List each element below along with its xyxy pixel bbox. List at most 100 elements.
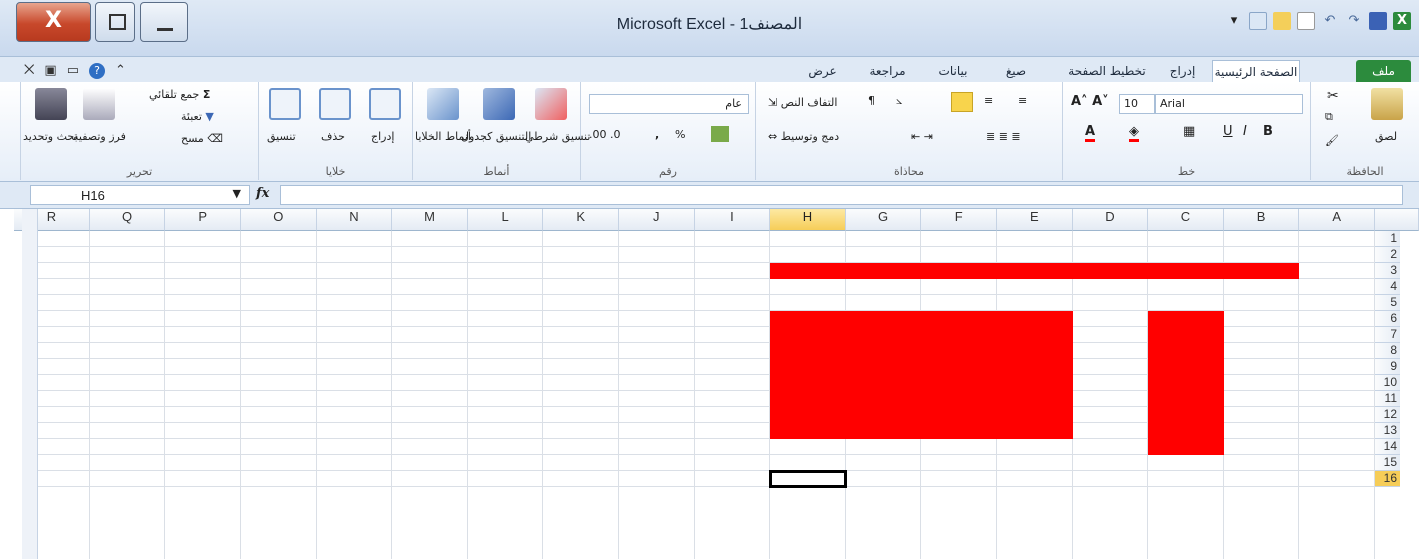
sort-filter-icon[interactable] <box>83 88 115 120</box>
grow-font-icon[interactable]: A˄ A˅ <box>1071 94 1109 109</box>
row-header[interactable]: 10 <box>1375 375 1400 391</box>
print-preview-icon[interactable] <box>1249 12 1267 30</box>
active-cell-selection[interactable] <box>769 470 847 488</box>
indent-icon[interactable]: ⇤ ⇥ <box>911 130 933 143</box>
collapse-icon[interactable]: ⨉ <box>24 63 34 79</box>
paste-icon[interactable] <box>1371 88 1403 120</box>
insert-cells-icon[interactable] <box>369 88 401 120</box>
font-name-select[interactable]: Arial <box>1155 94 1303 114</box>
column-header[interactable]: O <box>241 209 317 231</box>
name-box-dropdown-icon[interactable]: ▼ <box>233 187 241 200</box>
row-header[interactable]: 3 <box>1375 263 1400 279</box>
decimal-icon[interactable]: .00 .0 <box>589 128 621 141</box>
new-icon[interactable] <box>1297 12 1315 30</box>
column-header[interactable]: A <box>1299 209 1375 231</box>
row-header[interactable]: 16 <box>1375 471 1400 487</box>
sort-filter-button[interactable]: فرز وتصفية <box>73 130 126 143</box>
column-header[interactable]: M <box>392 209 468 231</box>
restore-window-icon[interactable]: ▣ <box>44 63 56 79</box>
row-header[interactable]: 14 <box>1375 439 1400 455</box>
row-header[interactable]: 15 <box>1375 455 1400 471</box>
column-header[interactable]: Q <box>89 209 166 231</box>
format-cells-button[interactable]: تنسيق <box>267 130 296 143</box>
tab-data[interactable]: بيانات <box>928 60 978 82</box>
column-header[interactable]: H <box>770 209 846 231</box>
underline-icon[interactable]: U <box>1223 124 1233 139</box>
worksheet-grid[interactable]: A B C D E F G H I J K L M N O P Q R 1 2 3 4 5 6 7 8 9 10 11 12 13 14 15 1… <box>0 209 1419 559</box>
conditional-format-icon[interactable] <box>535 88 567 120</box>
insert-function-button[interactable]: fx <box>256 186 269 201</box>
number-format-select[interactable]: عام <box>589 94 749 114</box>
orientation-icon[interactable]: ⦣ <box>896 94 902 108</box>
row-header[interactable]: 13 <box>1375 423 1400 439</box>
bold-icon[interactable]: B <box>1263 124 1273 139</box>
row-header[interactable]: 12 <box>1375 407 1400 423</box>
wrap-text-button[interactable]: ⇲ التفاف النص <box>768 96 837 109</box>
format-table-icon[interactable] <box>483 88 515 120</box>
borders-icon[interactable]: ▦ <box>1183 124 1195 139</box>
fill-color-icon[interactable]: ◈ <box>1129 124 1139 142</box>
insert-cells-button[interactable]: إدراج <box>371 130 394 143</box>
fill-button[interactable]: تعبئة ▼ <box>181 110 214 123</box>
format-table-button[interactable]: التنسيق كجدول <box>461 130 531 143</box>
delete-cells-icon[interactable] <box>319 88 351 120</box>
select-all-corner[interactable] <box>1375 209 1419 231</box>
filled-cell-range[interactable] <box>770 263 1300 279</box>
tab-page-layout[interactable]: تخطيط الصفحة <box>1062 60 1152 82</box>
tab-file[interactable]: ملف <box>1356 60 1411 82</box>
conditional-format-button[interactable]: تنسيق شرطي <box>525 130 590 143</box>
row-header[interactable]: 9 <box>1375 359 1400 375</box>
customize-qat-icon[interactable]: ▾ <box>1225 12 1243 30</box>
column-header[interactable]: I <box>694 209 771 231</box>
find-select-icon[interactable] <box>35 88 67 120</box>
align-middle-icon[interactable] <box>951 92 973 112</box>
undo-icon[interactable]: ↶ <box>1321 12 1339 30</box>
column-header[interactable]: J <box>619 209 695 231</box>
row-header[interactable]: 7 <box>1375 327 1400 343</box>
tab-view[interactable]: عرض <box>800 60 845 82</box>
align-text-icon[interactable]: ≣ ≣ ≣ <box>986 130 1021 143</box>
minimize-ribbon-icon[interactable]: ⌃ <box>115 63 126 79</box>
autosum-button[interactable]: جمع تلقائي Σ <box>149 88 210 101</box>
row-header[interactable]: 5 <box>1375 295 1400 311</box>
merge-center-button[interactable]: ⇔ دمج وتوسيط <box>768 130 839 143</box>
row-header[interactable]: 8 <box>1375 343 1400 359</box>
currency-icon[interactable] <box>711 126 729 142</box>
delete-cells-button[interactable]: حذف <box>321 130 345 143</box>
row-header[interactable]: 4 <box>1375 279 1400 295</box>
rtl-icon[interactable]: ¶ <box>868 94 875 107</box>
column-header[interactable]: F <box>921 209 997 231</box>
font-size-select[interactable]: 10 <box>1119 94 1155 114</box>
row-header[interactable]: 2 <box>1375 247 1400 263</box>
find-select-button[interactable]: بحث وتحديد <box>23 130 78 143</box>
tab-review[interactable]: مراجعة <box>860 60 915 82</box>
minimize-window-icon[interactable]: ▭ <box>67 63 79 79</box>
formula-input[interactable] <box>280 185 1403 205</box>
font-color-icon[interactable]: A <box>1085 124 1096 142</box>
open-icon[interactable] <box>1273 12 1291 30</box>
save-icon[interactable] <box>1369 12 1387 30</box>
name-box[interactable]: H16 ▼ <box>30 185 250 205</box>
column-header[interactable]: B <box>1223 209 1300 231</box>
cell-styles-icon[interactable] <box>427 88 459 120</box>
row-header[interactable]: 1 <box>1375 231 1400 247</box>
tab-home[interactable]: الصفحة الرئيسية <box>1212 60 1300 82</box>
column-header[interactable]: K <box>543 209 619 231</box>
align-top-icon[interactable]: ≡ <box>984 94 993 107</box>
column-header[interactable]: L <box>467 209 544 231</box>
cut-icon[interactable]: ✂ <box>1327 88 1339 104</box>
paste-button[interactable]: لصق <box>1375 130 1397 143</box>
column-header[interactable]: N <box>316 209 393 231</box>
tab-formulas[interactable]: صيغ <box>996 60 1036 82</box>
format-painter-icon[interactable]: 🖌 <box>1325 134 1339 147</box>
column-header[interactable]: P <box>165 209 241 231</box>
filled-cell-range[interactable] <box>1148 311 1224 455</box>
redo-icon[interactable]: ↷ <box>1345 12 1363 30</box>
percent-icon[interactable]: % <box>675 128 685 141</box>
column-header[interactable]: D <box>1072 209 1149 231</box>
column-header[interactable]: E <box>997 209 1073 231</box>
copy-icon[interactable]: ⧉ <box>1325 110 1333 124</box>
comma-icon[interactable]: , <box>655 128 659 141</box>
format-cells-icon[interactable] <box>269 88 301 120</box>
row-header[interactable]: 11 <box>1375 391 1400 407</box>
